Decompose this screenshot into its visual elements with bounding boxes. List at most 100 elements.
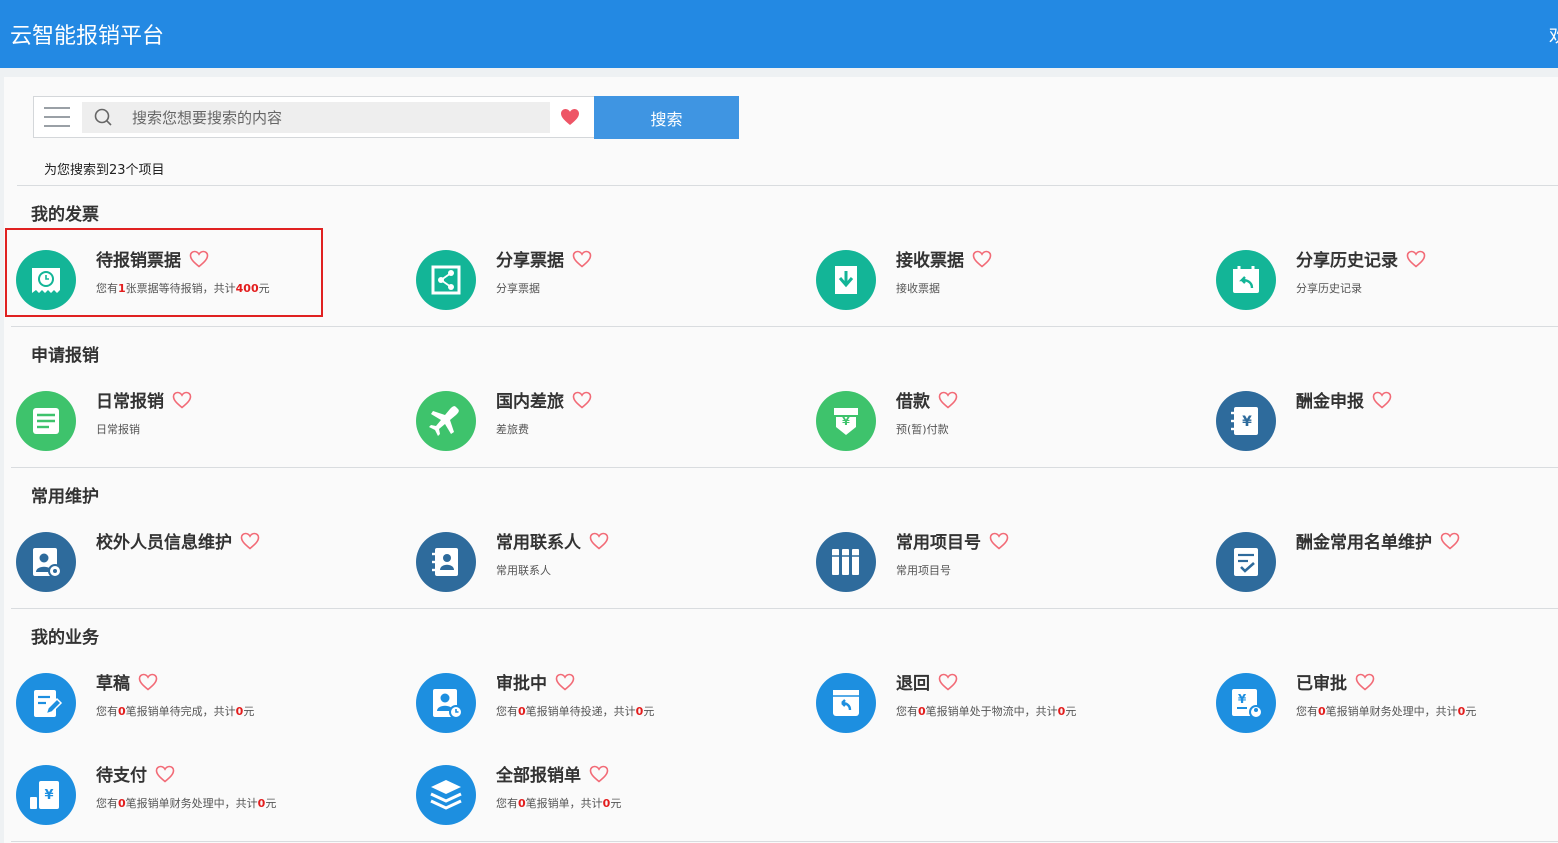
- card-title[interactable]: 常用联系人: [496, 532, 609, 554]
- favorite-heart-icon[interactable]: [555, 673, 575, 691]
- svg-text:¥: ¥: [1242, 414, 1252, 430]
- card-title[interactable]: 分享票据: [496, 250, 592, 272]
- favorite-heart-icon[interactable]: [1355, 673, 1375, 691]
- card-title[interactable]: 日常报销: [96, 391, 192, 413]
- app-title: 云智能报销平台: [10, 24, 165, 49]
- card-title[interactable]: 已审批: [1296, 673, 1375, 695]
- favorite-heart-icon[interactable]: [1372, 391, 1392, 409]
- card-description: 接收票据: [896, 282, 940, 295]
- approval-pending-icon: [416, 673, 476, 733]
- loan-money-icon: ¥: [816, 391, 876, 451]
- divider: [11, 467, 1558, 468]
- menu-card[interactable]: ¥ 酬金申报: [1216, 391, 1558, 461]
- favorite-heart-icon[interactable]: [572, 250, 592, 268]
- favorite-heart-icon[interactable]: [138, 673, 158, 691]
- card-title[interactable]: 校外人员信息维护: [96, 532, 260, 554]
- document-list-icon: [16, 391, 76, 451]
- menu-icon[interactable]: [44, 107, 70, 127]
- all-forms-layers-icon: [416, 765, 476, 825]
- card-title[interactable]: 待支付: [96, 765, 175, 787]
- card-description: 日常报销: [96, 423, 140, 436]
- card-title[interactable]: 酬金申报: [1296, 391, 1392, 413]
- highlight-box: [5, 228, 323, 317]
- search-result-count: 为您搜索到23个项目: [44, 163, 165, 178]
- card-title[interactable]: 退回: [896, 673, 958, 695]
- card-description: 您有0笔报销单待完成，共计0元: [96, 705, 255, 718]
- card-title[interactable]: 全部报销单: [496, 765, 609, 787]
- checklist-icon: [1216, 532, 1276, 592]
- menu-card[interactable]: 审批中您有0笔报销单待投递，共计0元: [416, 673, 806, 743]
- card-title[interactable]: 草稿: [96, 673, 158, 695]
- top-bar: 云智能报销平台 欢: [0, 0, 1558, 68]
- menu-card[interactable]: 国内差旅 差旅费: [416, 391, 806, 461]
- reward-declare-icon: ¥: [1216, 391, 1276, 451]
- menu-card[interactable]: 全部报销单您有0笔报销单，共计0元: [416, 765, 806, 835]
- card-description: 您有0笔报销单，共计0元: [496, 797, 622, 810]
- return-icon: [816, 673, 876, 733]
- divider: [11, 326, 1558, 327]
- favorite-heart-icon[interactable]: [989, 532, 1009, 550]
- card-description: 您有0笔报销单待投递，共计0元: [496, 705, 655, 718]
- menu-card[interactable]: 常用项目号 常用项目号: [816, 532, 1206, 602]
- favorite-heart-icon[interactable]: [572, 391, 592, 409]
- favorite-heart-icon[interactable]: [938, 673, 958, 691]
- menu-card[interactable]: 日常报销 日常报销: [16, 391, 406, 461]
- menu-card[interactable]: ¥ 待支付您有0笔报销单财务处理中，共计0元: [16, 765, 406, 835]
- card-description: 常用项目号: [896, 564, 951, 577]
- card-title[interactable]: 借款: [896, 391, 958, 413]
- menu-card[interactable]: 草稿您有0笔报销单待完成，共计0元: [16, 673, 406, 743]
- airplane-icon: [416, 391, 476, 451]
- card-description: 常用联系人: [496, 564, 551, 577]
- divider: [17, 185, 1558, 186]
- search-input[interactable]: [132, 102, 542, 133]
- section-title: 申请报销: [31, 346, 99, 366]
- search-icon: [94, 108, 112, 126]
- favorite-heart-icon[interactable]: [172, 391, 192, 409]
- menu-card[interactable]: ¥ 已审批您有0笔报销单财务处理中，共计0元: [1216, 673, 1558, 743]
- menu-card[interactable]: 分享票据 分享票据: [416, 250, 806, 320]
- svg-text:¥: ¥: [44, 788, 53, 803]
- card-title[interactable]: 审批中: [496, 673, 575, 695]
- favorite-heart-icon[interactable]: [1440, 532, 1460, 550]
- favorite-heart-icon[interactable]: [589, 532, 609, 550]
- card-title[interactable]: 接收票据: [896, 250, 992, 272]
- favorite-heart-icon[interactable]: [1406, 250, 1426, 268]
- section-title: 我的业务: [31, 628, 99, 648]
- pending-payment-icon: ¥: [16, 765, 76, 825]
- menu-card[interactable]: 常用联系人 常用联系人: [416, 532, 806, 602]
- favorite-heart-icon[interactable]: [155, 765, 175, 783]
- card-description: 差旅费: [496, 423, 529, 436]
- svg-text:¥: ¥: [842, 415, 850, 428]
- favorite-heart-icon[interactable]: [938, 391, 958, 409]
- project-columns-icon: [816, 532, 876, 592]
- card-description: 您有0笔报销单财务处理中，共计0元: [1296, 705, 1477, 718]
- card-title[interactable]: 酬金常用名单维护: [1296, 532, 1460, 554]
- search-field[interactable]: [82, 102, 550, 133]
- section-title: 常用维护: [31, 487, 99, 507]
- svg-text:¥: ¥: [1238, 692, 1247, 706]
- favorite-heart-icon[interactable]: [560, 108, 580, 126]
- card-description: 分享票据: [496, 282, 540, 295]
- favorite-heart-icon[interactable]: [972, 250, 992, 268]
- receive-ticket-icon: [816, 250, 876, 310]
- menu-card[interactable]: 接收票据 接收票据: [816, 250, 1206, 320]
- section-title: 我的发票: [31, 205, 99, 225]
- menu-card[interactable]: 退回您有0笔报销单处于物流中，共计0元: [816, 673, 1206, 743]
- divider: [11, 841, 1558, 842]
- card-description: 您有0笔报销单财务处理中，共计0元: [96, 797, 277, 810]
- card-description: 预(暂)付款: [896, 423, 949, 436]
- favorite-heart-icon[interactable]: [240, 532, 260, 550]
- card-description: 您有0笔报销单处于物流中，共计0元: [896, 705, 1077, 718]
- menu-card[interactable]: 酬金常用名单维护: [1216, 532, 1558, 602]
- menu-card[interactable]: 分享历史记录 分享历史记录: [1216, 250, 1558, 320]
- draft-edit-icon: [16, 673, 76, 733]
- share-history-icon: [1216, 250, 1276, 310]
- favorite-heart-icon[interactable]: [589, 765, 609, 783]
- search-button[interactable]: 搜索: [594, 96, 739, 139]
- divider: [11, 608, 1558, 609]
- card-title[interactable]: 常用项目号: [896, 532, 1009, 554]
- menu-card[interactable]: ¥ 借款预(暂)付款: [816, 391, 1206, 461]
- card-title[interactable]: 国内差旅: [496, 391, 592, 413]
- menu-card[interactable]: 校外人员信息维护: [16, 532, 406, 602]
- card-title[interactable]: 分享历史记录: [1296, 250, 1426, 272]
